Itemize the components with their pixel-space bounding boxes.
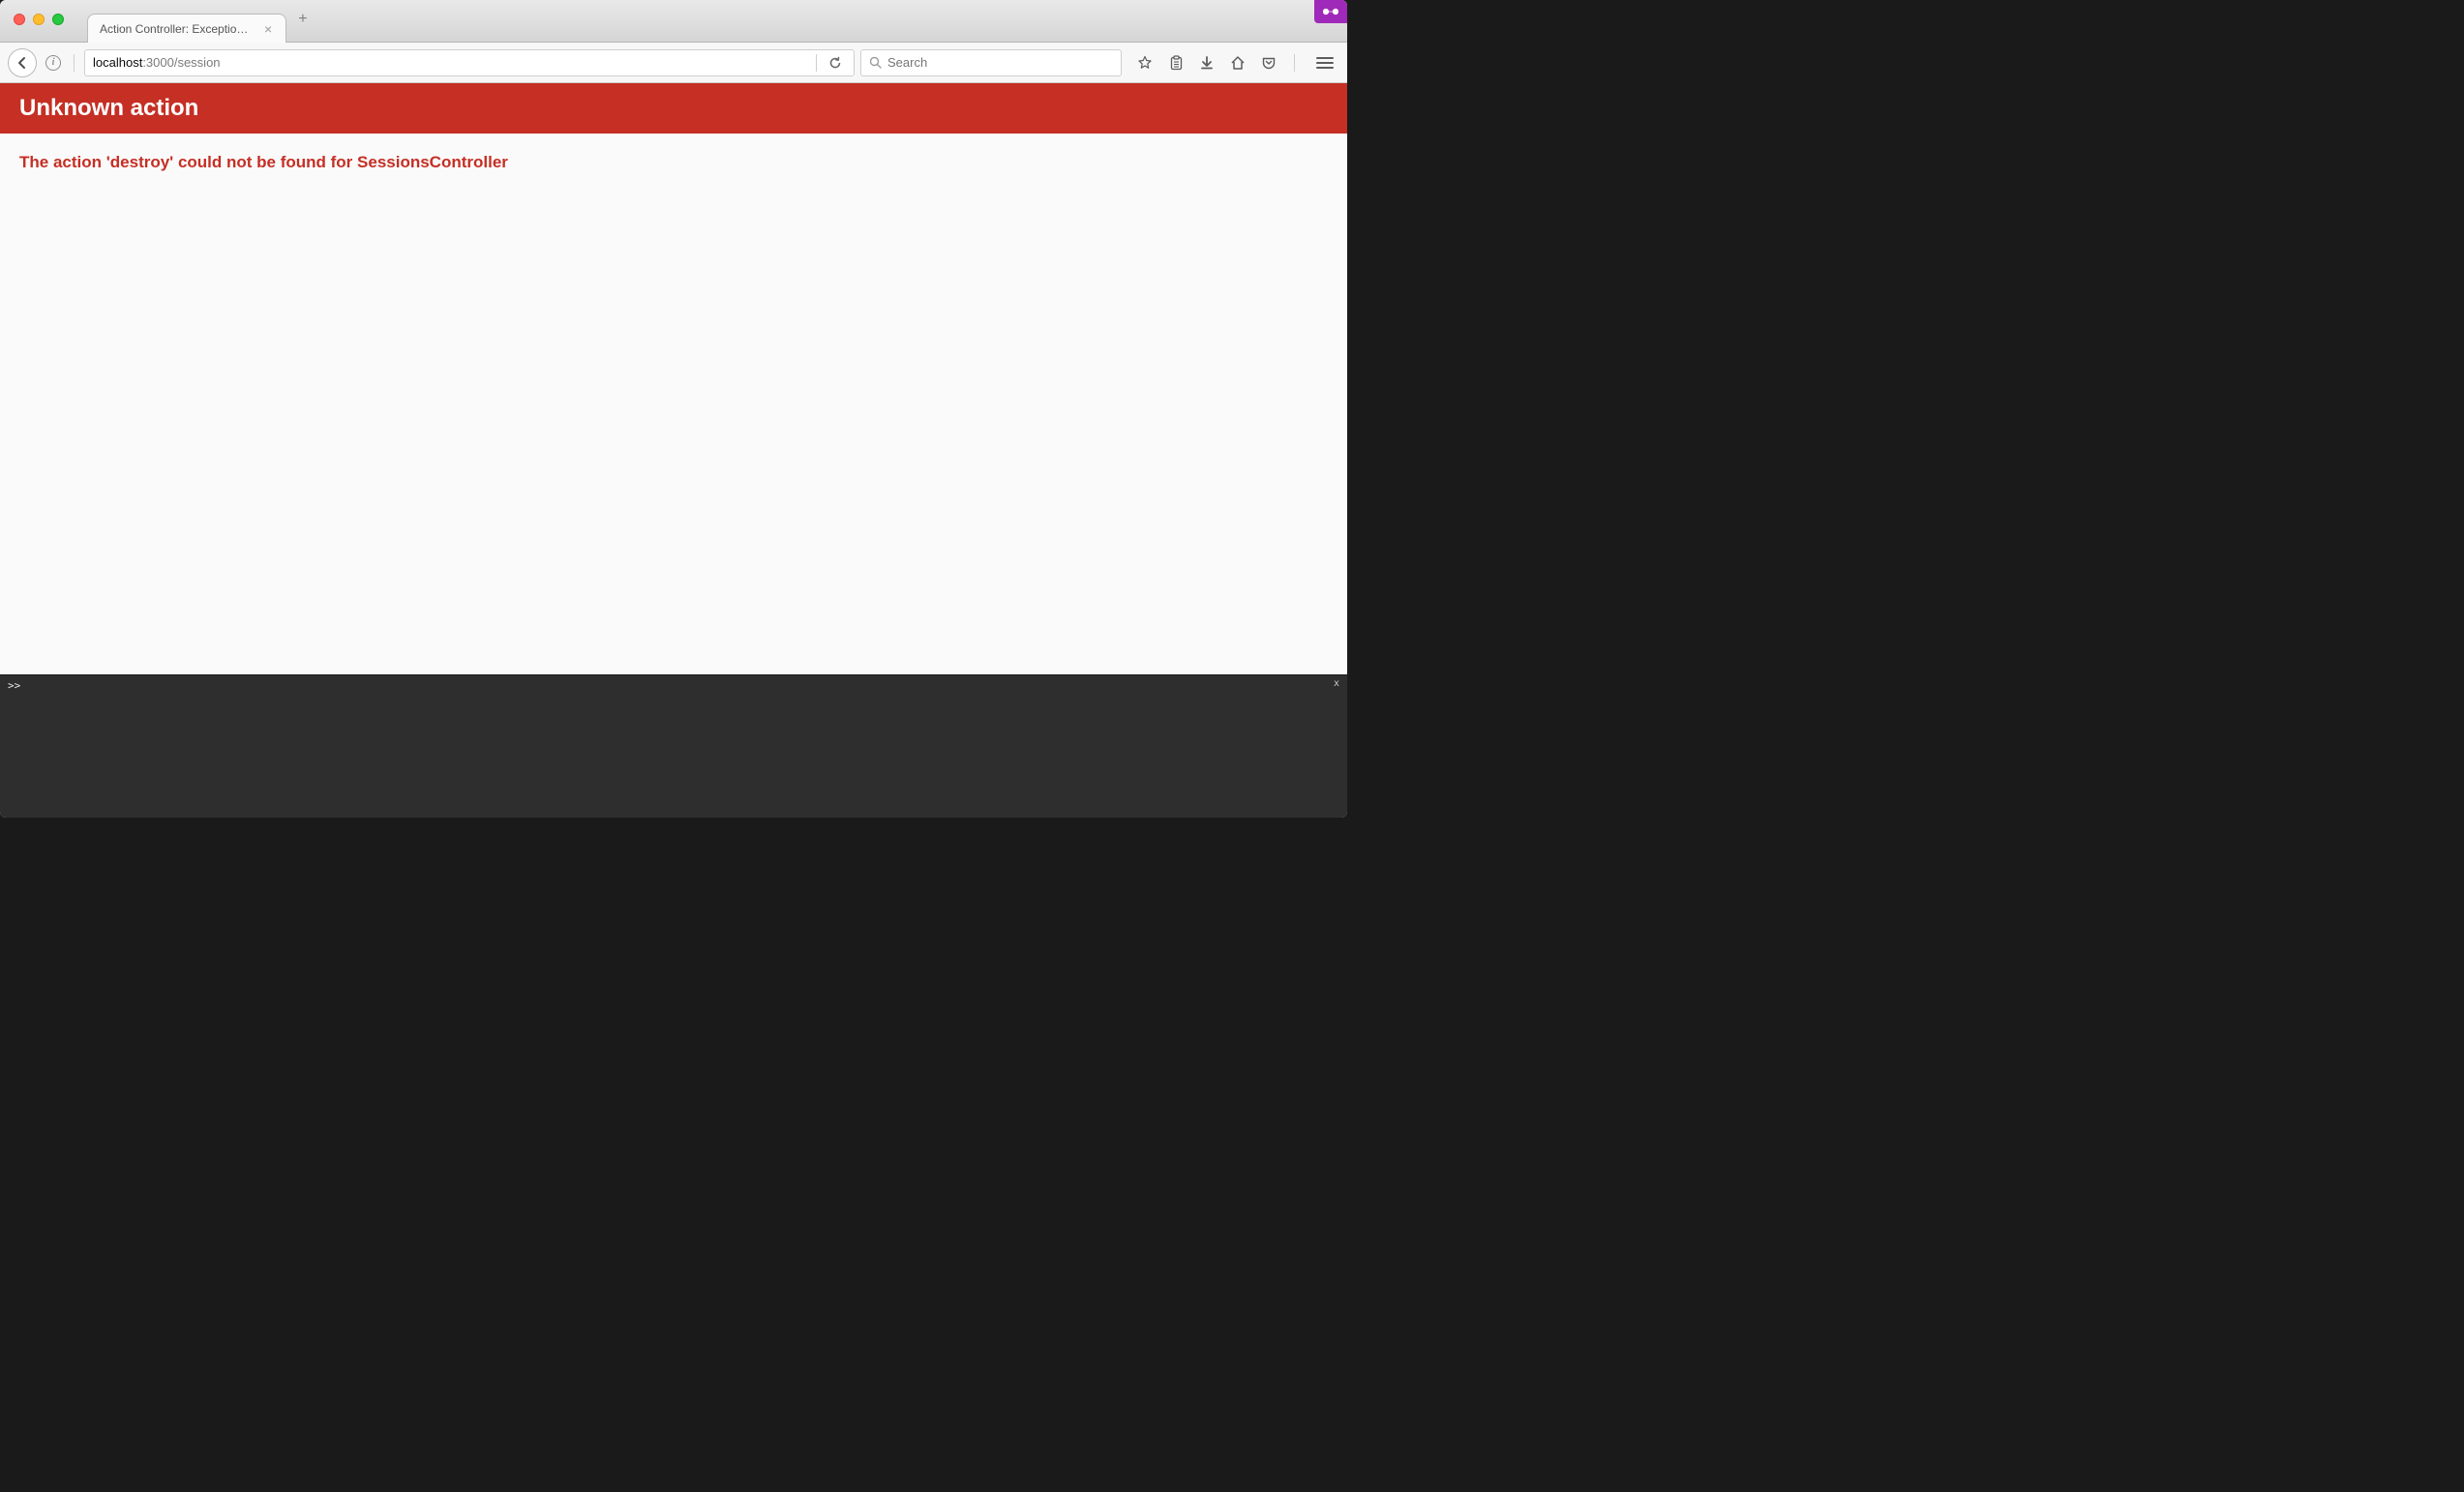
reload-icon (828, 56, 842, 70)
extension-badge[interactable] (1314, 0, 1347, 23)
hamburger-icon (1316, 57, 1334, 59)
tab-title: Action Controller: Exception ca... (100, 22, 255, 36)
navigation-bar: i localhost:3000/session (0, 43, 1347, 83)
close-tab-button[interactable]: × (262, 22, 274, 36)
bookmark-star-button[interactable] (1131, 49, 1158, 76)
home-button[interactable] (1224, 49, 1251, 76)
window-controls (14, 14, 64, 25)
search-icon (869, 56, 882, 69)
address-host: localhost (93, 55, 142, 70)
address-bar[interactable]: localhost:3000/session (84, 49, 855, 76)
arrow-left-icon (15, 56, 29, 70)
page-content: Unknown action The action 'destroy' coul… (0, 83, 1347, 674)
browser-window: Action Controller: Exception ca... × + i (0, 0, 1347, 818)
site-info-button[interactable]: i (43, 48, 64, 77)
download-arrow-icon (1199, 55, 1215, 71)
maximize-window-button[interactable] (52, 14, 64, 25)
mask-icon (1322, 7, 1339, 16)
tab-bar: Action Controller: Exception ca... × + (0, 0, 1347, 43)
home-icon (1230, 55, 1246, 71)
clipboard-icon (1169, 55, 1184, 71)
library-button[interactable] (1162, 49, 1189, 76)
separator (74, 54, 75, 72)
info-icon: i (45, 55, 61, 71)
search-bar[interactable] (860, 49, 1122, 76)
developer-console[interactable]: >> x (0, 674, 1347, 818)
separator (816, 54, 817, 72)
pocket-button[interactable] (1255, 49, 1282, 76)
address-path: :3000/session (142, 55, 220, 70)
close-window-button[interactable] (14, 14, 25, 25)
reload-button[interactable] (825, 56, 846, 70)
separator (1294, 54, 1295, 72)
menu-button[interactable] (1310, 48, 1339, 77)
console-prompt: >> (8, 679, 20, 692)
new-tab-button[interactable]: + (298, 11, 307, 32)
error-message: The action 'destroy' could not be found … (0, 134, 1347, 192)
star-icon (1137, 55, 1153, 71)
minimize-window-button[interactable] (33, 14, 45, 25)
search-input[interactable] (887, 55, 1113, 70)
close-console-button[interactable]: x (1334, 678, 1339, 689)
toolbar-icons (1131, 49, 1282, 76)
pocket-icon (1261, 55, 1277, 71)
browser-tab[interactable]: Action Controller: Exception ca... × (87, 14, 286, 43)
error-title: Unknown action (0, 83, 1347, 134)
back-button[interactable] (8, 48, 37, 77)
downloads-button[interactable] (1193, 49, 1220, 76)
